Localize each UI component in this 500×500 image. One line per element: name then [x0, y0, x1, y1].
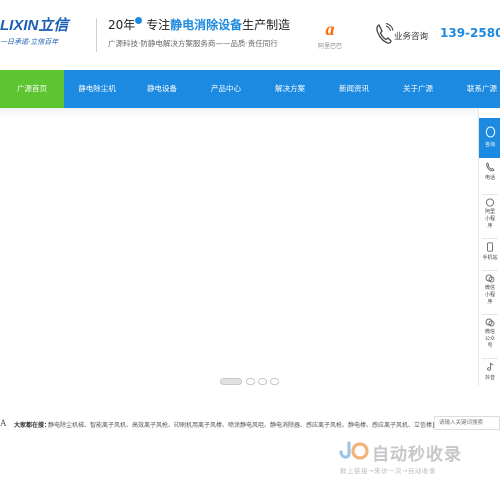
slogan-main: 20年 专注静电消除设备生产制造	[108, 16, 308, 33]
site-header: LIXIN立信 一日承诺·立信百年 20年 专注静电消除设备生产制造 广源科技·…	[0, 0, 500, 70]
slogan-focus: 专注	[146, 18, 171, 32]
nav-item-about[interactable]: 关于广源	[386, 70, 450, 108]
banner-top-strip	[0, 108, 500, 118]
main-nav: 广源首页 静电除尘机 静电设备 产品中心 解决方案 新闻资讯 关于广源 联系广源	[0, 70, 500, 108]
wechat-official-icon	[485, 318, 495, 327]
slogan-highlight: 静电消除设备	[170, 18, 243, 32]
phone-icon	[376, 23, 394, 44]
nav-item-static-equipment[interactable]: 静电设备	[130, 70, 194, 108]
watermark: 自动秒收录 数上链接→来访一次→自动收录	[330, 440, 490, 480]
slider-dot-4[interactable]	[270, 378, 279, 385]
floating-sidebar: 咨询 电话 阿里小程序 手机站 微信小程序 微信公众号 抖音	[478, 108, 500, 386]
header-divider	[96, 18, 97, 52]
slider-dot-1[interactable]	[220, 378, 242, 385]
watermark-title: 自动秒收录	[372, 445, 462, 465]
sidebar-label-mobile: 手机站	[482, 255, 498, 261]
sidebar-item-wechat-official[interactable]: 微信公众号	[479, 318, 500, 354]
nav-item-home[interactable]: 广源首页	[0, 70, 64, 108]
slogan-sub: 广源科技·防静电解决方案服务商——品质·责任同行	[108, 39, 278, 48]
chat-icon	[485, 126, 495, 138]
sidebar-divider	[482, 270, 498, 271]
search-input[interactable]	[434, 416, 500, 430]
ali-miniapp-icon	[485, 198, 495, 207]
sidebar-item-wechat-miniapp[interactable]: 微信小程序	[479, 274, 500, 310]
sidebar-divider	[482, 314, 498, 315]
sidebar-label-wechat-miniapp: 微信小程序	[484, 285, 495, 305]
hero-banner[interactable]	[0, 108, 500, 408]
slider-dot-2[interactable]	[246, 378, 255, 385]
sidebar-label-phone: 电话	[484, 175, 495, 181]
nav-item-solutions[interactable]: 解决方案	[258, 70, 322, 108]
wechat-miniapp-icon	[485, 274, 495, 283]
logo-tagline: 一日承诺·立信百年	[0, 38, 59, 46]
douyin-icon	[487, 362, 494, 371]
logo[interactable]: LIXIN立信 一日承诺·立信百年	[0, 14, 90, 47]
mobile-icon	[487, 242, 493, 252]
alibaba-label: 阿里巴巴	[317, 43, 342, 50]
slogan-suffix: 生产制造	[242, 18, 291, 32]
sidebar-divider	[482, 358, 498, 359]
header-slogan: 20年 专注静电消除设备生产制造 广源科技·防静电解决方案服务商——品质·责任同…	[108, 16, 308, 49]
phone-icon	[486, 162, 495, 172]
text-icon: A	[0, 418, 7, 428]
nav-item-products[interactable]: 产品中心	[194, 70, 258, 108]
alibaba-link[interactable]: a 阿里巴巴	[312, 20, 348, 50]
sidebar-label-consult: 咨询	[484, 142, 495, 148]
hot-search-links[interactable]: 静电除尘机械、智能离子风机、高效离子风枪、印刷机用离子风棒、喷涂静电风咀、静电消…	[48, 420, 468, 429]
slogan-years: 20年	[108, 18, 136, 32]
nav-item-contact[interactable]: 联系广源	[450, 70, 500, 108]
hot-search-row: A 大家都在搜： 静电除尘机械、智能离子风机、高效离子风枪、印刷机用离子风棒、喷…	[0, 412, 500, 436]
hot-search-title: 大家都在搜：	[14, 422, 51, 429]
slider-dot-3[interactable]	[258, 378, 267, 385]
registered-badge	[135, 17, 143, 24]
nav-item-dust-remover[interactable]: 静电除尘机	[64, 70, 130, 108]
sidebar-item-consult[interactable]: 咨询	[479, 118, 500, 158]
logo-wordmark: LIXIN立信	[0, 17, 69, 34]
sidebar-item-phone[interactable]: 电话	[479, 162, 500, 192]
watermark-logo-icon	[339, 441, 369, 460]
sidebar-item-mobile[interactable]: 手机站	[479, 242, 500, 268]
consult-label: 业务咨询	[394, 32, 429, 42]
sidebar-divider	[482, 194, 498, 195]
sidebar-label-wechat-official: 微信公众号	[484, 329, 495, 349]
watermark-subtitle: 数上链接→来访一次→自动收录	[340, 467, 436, 475]
sidebar-label-douyin: 抖音	[484, 375, 495, 381]
sidebar-item-douyin[interactable]: 抖音	[479, 362, 500, 384]
sidebar-label-ali-miniapp: 阿里小程序	[484, 209, 495, 229]
nav-item-news[interactable]: 新闻资讯	[322, 70, 386, 108]
sidebar-item-ali-miniapp[interactable]: 阿里小程序	[479, 198, 500, 234]
hotline-number[interactable]: 139-2580-39	[440, 26, 500, 40]
alibaba-icon: a	[325, 19, 335, 39]
sidebar-divider	[482, 238, 498, 239]
